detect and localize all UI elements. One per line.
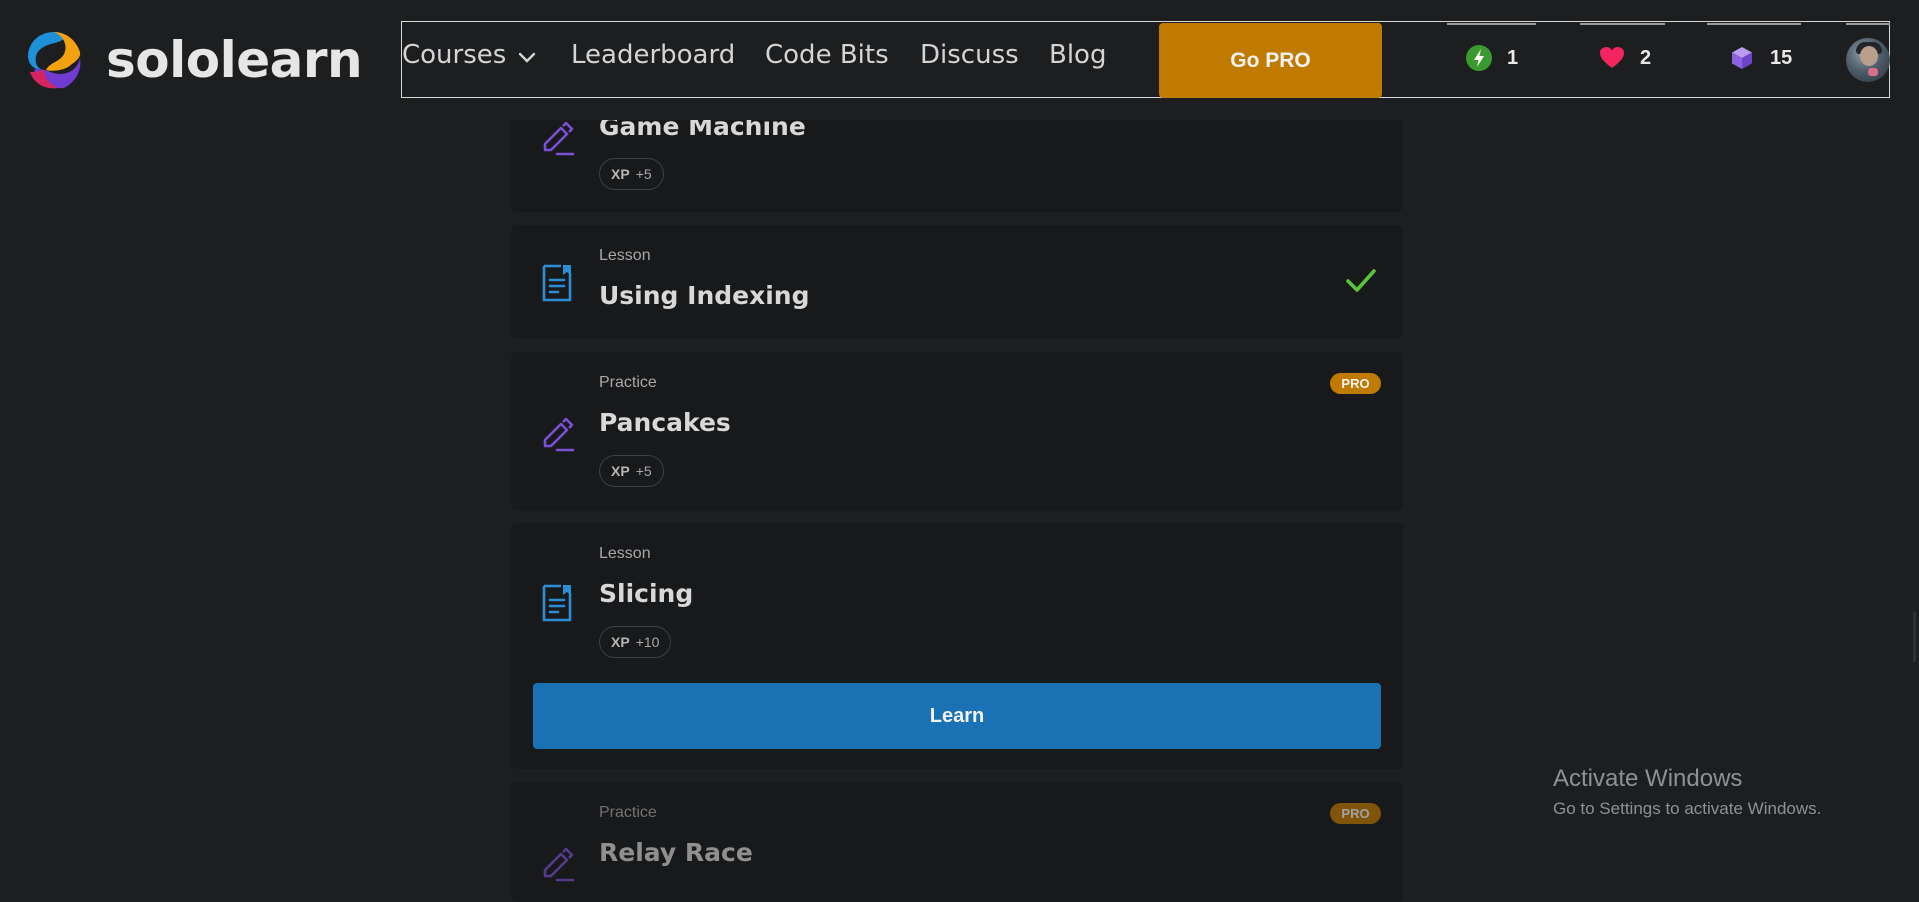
lightning-bolt-icon — [1466, 45, 1492, 71]
heart-icon — [1600, 47, 1624, 68]
pro-badge: PRO — [1330, 803, 1381, 824]
xp-badge: XP +5 — [599, 158, 664, 190]
practice-pencil-icon — [543, 417, 575, 452]
completed-check-icon — [1346, 269, 1376, 292]
card-type-label: Lesson — [599, 247, 651, 264]
scrollbar-thumb[interactable] — [1913, 612, 1916, 662]
stat-underline — [1447, 23, 1536, 25]
go-pro-button[interactable]: Go PRO — [1159, 23, 1382, 98]
card-type-label: Practice — [599, 374, 657, 391]
lesson-document-icon — [542, 264, 572, 302]
sololearn-logo[interactable]: sololearn — [20, 24, 363, 96]
nav-blog[interactable]: Blog — [1049, 40, 1106, 70]
nav-leaderboard[interactable]: Leaderboard — [571, 40, 735, 70]
xp-badge: XP +10 — [599, 626, 672, 658]
sololearn-logo-icon — [28, 32, 81, 89]
card-title: Relay Race — [599, 838, 753, 867]
top-navigation-bar: sololearn Courses Leaderboard Code Bits … — [0, 0, 1919, 120]
stat-underline — [1707, 23, 1801, 25]
pro-badge: PRO — [1330, 373, 1381, 394]
learn-button[interactable]: Learn — [533, 683, 1381, 749]
nav-code-bits[interactable]: Code Bits — [765, 40, 889, 70]
practice-pencil-icon — [543, 847, 575, 882]
card-type-label: Practice — [599, 804, 657, 821]
card-title: Pancakes — [599, 408, 731, 437]
chevron-down-icon — [518, 41, 536, 71]
cube-gem-icon — [1732, 47, 1752, 69]
windows-activation-watermark: Activate Windows Go to Settings to activ… — [1553, 765, 1821, 819]
brand-wordmark: sololearn — [106, 31, 363, 89]
watermark-title: Activate Windows — [1553, 765, 1743, 792]
nav-discuss[interactable]: Discuss — [920, 40, 1019, 70]
lesson-card-slicing[interactable]: Lesson Slicing XP +10 Learn — [511, 523, 1403, 769]
practice-card-pancakes[interactable]: Practice Pancakes PRO XP +5 — [511, 352, 1403, 510]
card-type-label: Lesson — [599, 545, 651, 562]
lesson-card-using-indexing[interactable]: Lesson Using Indexing — [511, 225, 1403, 339]
practice-pencil-icon — [543, 121, 575, 156]
practice-card-relay-race[interactable]: Practice Relay Race PRO — [511, 782, 1403, 902]
xp-badge: XP +5 — [599, 455, 664, 487]
faded-content: Practice Relay Race PRO — [511, 782, 1403, 902]
nav-courses-dropdown[interactable]: Courses — [402, 40, 536, 71]
bits-count: 15 — [1770, 46, 1793, 69]
lesson-document-icon — [542, 584, 572, 622]
streak-count: 1 — [1507, 46, 1519, 69]
hearts-count: 2 — [1640, 46, 1652, 69]
stat-underline — [1846, 23, 1890, 25]
card-title: Using Indexing — [599, 281, 810, 310]
watermark-subtitle: Go to Settings to activate Windows. — [1553, 799, 1822, 818]
bits-counter[interactable]: 15 — [1728, 44, 1792, 72]
stat-underline — [1580, 23, 1665, 25]
streak-counter[interactable]: 1 — [1465, 44, 1518, 72]
hearts-counter[interactable]: 2 — [1598, 44, 1651, 72]
card-title: Slicing — [599, 579, 694, 608]
user-avatar[interactable] — [1846, 38, 1890, 82]
nav-courses-label: Courses — [402, 40, 507, 70]
